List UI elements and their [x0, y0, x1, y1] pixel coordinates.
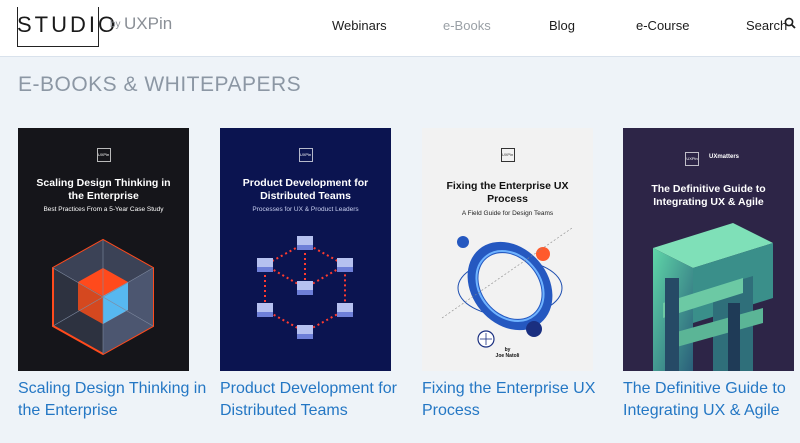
book-cover[interactable]: UXPin Product Development for Distribute… — [220, 128, 391, 371]
book-cover[interactable]: UXPin Fixing the Enterprise UX Process A… — [422, 128, 593, 371]
search-icon[interactable] — [784, 17, 796, 29]
book-title[interactable]: Product Development for Distributed Team… — [220, 378, 410, 422]
cover-author: by Joe Natoli — [495, 347, 520, 359]
nav-webinars[interactable]: Webinars — [332, 18, 387, 33]
network-illustration — [257, 236, 353, 339]
logo[interactable]: STUDIO — [17, 12, 118, 38]
book-card-fixing-enterprise-ux[interactable]: UXPin Fixing the Enterprise UX Process A… — [422, 128, 595, 419]
book-cover[interactable]: UXPin UXmatters The Definitive Guide to … — [623, 128, 794, 371]
nav-blog[interactable]: Blog — [549, 18, 575, 33]
ring-illustration — [441, 227, 573, 348]
nav-search[interactable]: Search — [746, 18, 787, 33]
nav-ecourse[interactable]: e-Course — [636, 18, 689, 33]
logo-by: by — [110, 19, 121, 30]
section-title: E-BOOKS & WHITEPAPERS — [18, 73, 302, 96]
book-title[interactable]: Scaling Design Thinking in the Enterpris… — [18, 378, 208, 422]
nav-ebooks[interactable]: e-Books — [443, 18, 491, 33]
book-card-definitive-guide-ux-agile[interactable]: UXPin UXmatters The Definitive Guide to … — [623, 128, 794, 419]
book-card-product-development[interactable]: UXPin Product Development for Distribute… — [220, 128, 397, 419]
book-title[interactable]: Fixing the Enterprise UX Process — [422, 378, 612, 422]
site-header: STUDIO by UXPin Webinars e-Books Blog e-… — [0, 0, 800, 57]
book-cover[interactable]: UXPin Scaling Design Thinking in the Ent… — [18, 128, 189, 371]
cube-illustration — [52, 238, 154, 356]
logo-brand[interactable]: UXPin — [124, 14, 172, 34]
structure-illustration — [653, 223, 773, 371]
book-title[interactable]: The Definitive Guide to Integrating UX &… — [623, 378, 800, 422]
book-card-scaling-design-thinking[interactable]: UXPin Scaling Design Thinking in the Ent… — [18, 128, 206, 419]
